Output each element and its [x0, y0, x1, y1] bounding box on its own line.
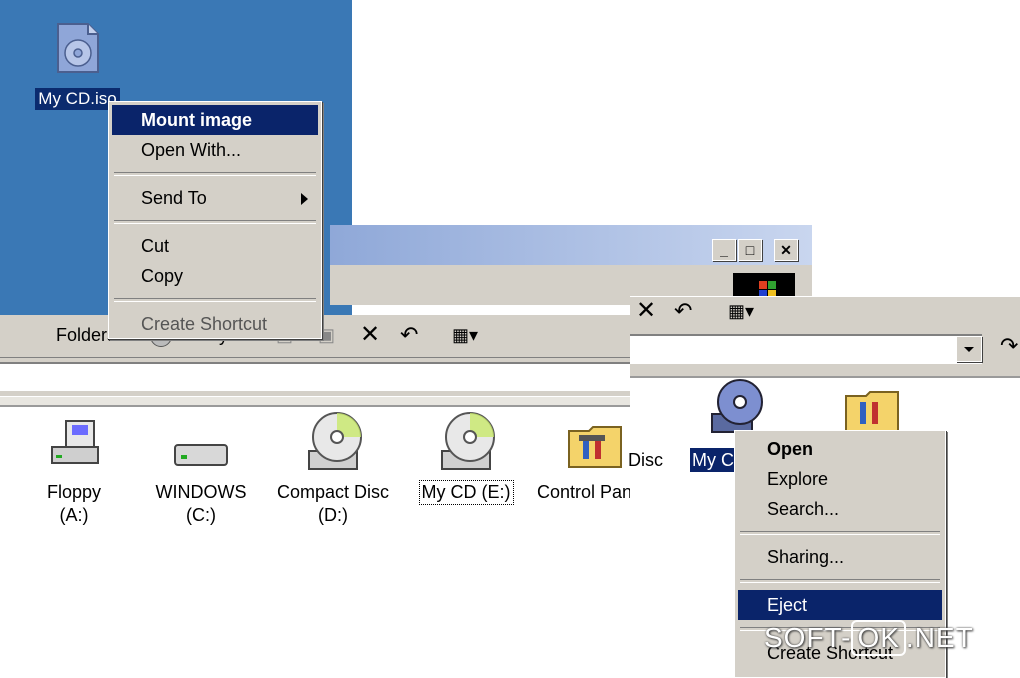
- control-panel-icon[interactable]: [842, 386, 902, 436]
- go-icon[interactable]: ↷: [1000, 334, 1018, 358]
- menu-item-label: Explore: [767, 469, 829, 489]
- desktop-icon-my-cd-iso[interactable]: My CD.iso: [30, 22, 125, 110]
- selected-drive-label[interactable]: My C: [690, 448, 736, 472]
- drive-my-cd[interactable]: My CD (E:): [406, 407, 526, 505]
- menu-separator: [740, 531, 940, 535]
- maximize-button[interactable]: □: [738, 239, 762, 261]
- submenu-arrow-icon: [301, 193, 308, 205]
- drive-compact-disc[interactable]: Compact Disc (D:): [273, 407, 393, 527]
- menu-item-eject[interactable]: Eject: [738, 590, 942, 620]
- control-panel-icon: [565, 417, 625, 477]
- menu-item-label: Open: [767, 439, 814, 459]
- menu-item-mount-image[interactable]: Mount image: [112, 105, 318, 135]
- watermark-left: SOFT-: [764, 622, 852, 653]
- cd-drive-icon[interactable]: [710, 378, 770, 438]
- iso-file-icon: [56, 22, 100, 74]
- undo-icon[interactable]: ↶: [674, 299, 692, 323]
- menu-item-label: Create Shortcut: [141, 314, 268, 334]
- cd-drive-icon: [303, 407, 363, 477]
- close-button[interactable]: ✕: [774, 239, 798, 261]
- address-input[interactable]: [0, 362, 640, 391]
- context-menu-iso: Mount image Open With... Send To Cut Cop…: [108, 101, 322, 339]
- menu-item-label: Open With...: [141, 140, 242, 160]
- drive-label: WINDOWS: [155, 482, 247, 502]
- menu-item-send-to[interactable]: Send To: [112, 183, 318, 213]
- address-dropdown-button[interactable]: [956, 336, 982, 362]
- divider: [0, 397, 640, 407]
- menu-item-label: Search...: [767, 499, 840, 519]
- watermark: SOFT- OK .NET: [764, 620, 974, 656]
- menu-item-label: Sharing...: [767, 547, 845, 567]
- menu-separator: [114, 220, 316, 224]
- menu-item-copy[interactable]: Copy: [112, 261, 318, 291]
- drive-windows[interactable]: WINDOWS (C:): [141, 417, 261, 527]
- menu-item-label: Copy: [141, 266, 184, 286]
- drive-sublabel: (D:): [318, 505, 348, 525]
- drive-label: Floppy: [46, 482, 102, 502]
- drive-floppy[interactable]: Floppy (A:): [14, 417, 134, 527]
- drive-label-fragment: Disc: [628, 450, 663, 470]
- watermark-right: .NET: [905, 622, 974, 653]
- menu-item-open-with[interactable]: Open With...: [112, 135, 318, 165]
- menu-item-label: Eject: [767, 595, 808, 615]
- menu-item-explore[interactable]: Explore: [738, 464, 942, 494]
- menu-item-cut[interactable]: Cut: [112, 231, 318, 261]
- address-bar: [0, 358, 640, 396]
- menu-item-sharing[interactable]: Sharing...: [738, 542, 942, 572]
- drives-view: Floppy (A:) WINDOWS (C:) Compact Disc (D…: [0, 407, 646, 668]
- cd-drive-icon: [436, 407, 496, 477]
- drive-label: My CD (E:): [418, 480, 514, 505]
- menu-item-create-shortcut[interactable]: Create Shortcut: [112, 309, 318, 339]
- floppy-drive-icon: [44, 417, 104, 477]
- menu-separator: [114, 298, 316, 302]
- hard-drive-icon: [171, 417, 231, 477]
- minimize-button[interactable]: _: [712, 239, 736, 261]
- watermark-box: OK: [851, 620, 906, 656]
- delete-icon[interactable]: ✕: [636, 299, 656, 323]
- menu-separator: [114, 172, 316, 176]
- menu-item-open[interactable]: Open: [738, 434, 942, 464]
- title-bar[interactable]: _ □ ✕: [330, 225, 812, 265]
- menu-item-search[interactable]: Search...: [738, 494, 942, 524]
- drive-label: Compact Disc: [276, 482, 390, 502]
- undo-icon[interactable]: ↶: [400, 323, 418, 347]
- menu-item-label: Mount image: [141, 110, 252, 130]
- drive-sublabel: (A:): [59, 505, 89, 525]
- menu-separator: [740, 579, 940, 583]
- menu-item-label: Send To: [141, 188, 207, 208]
- toolbar: ✕ ↶ ▦▾: [630, 296, 1020, 329]
- menu-item-label: Cut: [141, 236, 170, 256]
- views-icon[interactable]: ▦▾: [728, 299, 754, 323]
- address-bar: ↷: [630, 328, 1020, 378]
- address-input[interactable]: [630, 334, 982, 364]
- delete-icon[interactable]: ✕: [360, 323, 380, 347]
- drive-sublabel: (C:): [186, 505, 216, 525]
- views-icon[interactable]: ▦▾: [452, 323, 478, 347]
